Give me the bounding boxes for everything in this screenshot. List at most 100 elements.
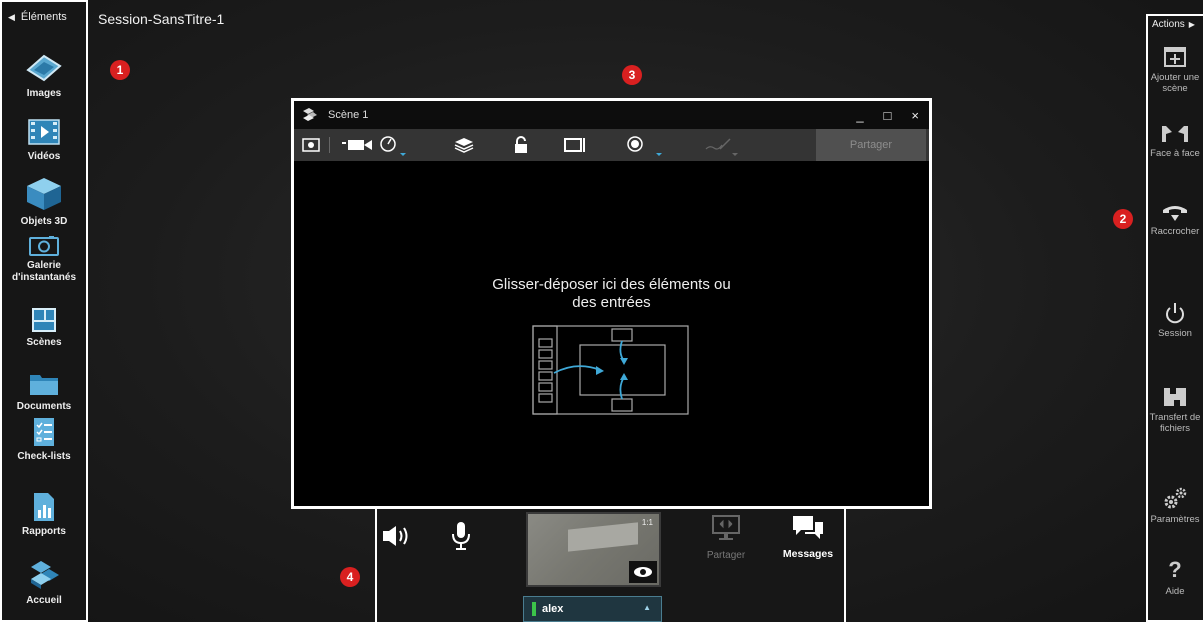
whiteboard-shape	[568, 522, 638, 552]
action-hang-up[interactable]: Raccrocher	[1144, 202, 1203, 237]
microphone-icon	[452, 522, 470, 550]
messages-label: Messages	[782, 548, 834, 560]
drop-text-line-2: des entrées	[572, 294, 651, 311]
layers-button[interactable]	[454, 129, 474, 161]
action-add-scene[interactable]: Ajouter une scène	[1144, 46, 1203, 94]
elements-header[interactable]: ◀ Éléments	[2, 2, 86, 32]
sidebar-item-home[interactable]: Accueil	[2, 559, 86, 607]
snapshot-button[interactable]	[302, 129, 320, 161]
layers-icon	[454, 138, 474, 153]
sidebar-item-label: Check-lists	[17, 451, 71, 462]
video-ratio-label: 1:1	[641, 518, 653, 527]
microphone-button[interactable]	[451, 521, 471, 556]
sidebar-item-label: Accueil	[26, 595, 62, 606]
video-camera-icon	[342, 140, 372, 150]
help-icon: ?	[1168, 557, 1182, 582]
add-scene-icon	[1164, 47, 1186, 67]
action-help[interactable]: ? Aide	[1144, 557, 1203, 598]
annotate-button[interactable]	[704, 129, 744, 161]
toolbar-divider	[329, 137, 330, 153]
chevron-up-icon: ▲	[643, 603, 651, 612]
callout-badge-1: 1	[110, 60, 130, 80]
sidebar-item-reports[interactable]: Rapports	[2, 492, 86, 538]
close-button[interactable]: ×	[911, 108, 919, 123]
action-label: Aide	[1165, 586, 1185, 597]
online-status-indicator	[532, 602, 536, 616]
session-title: Session-SansTitre-1	[98, 11, 225, 27]
action-file-transfer[interactable]: Transfert de fichiers	[1144, 386, 1203, 434]
sidebar-item-images[interactable]: Images	[2, 52, 86, 100]
scene-titlebar[interactable]: Scène 1 _ □ ×	[294, 101, 929, 129]
sidebar-item-videos[interactable]: Vidéos	[2, 117, 86, 163]
elements-header-label: Éléments	[20, 11, 67, 23]
scene-app-icon	[303, 108, 317, 121]
action-label: Session	[1158, 328, 1192, 339]
folder-icon	[30, 375, 58, 395]
sidebar-item-label: Objets 3D	[20, 216, 68, 227]
action-face-to-face[interactable]: Face à face	[1144, 124, 1203, 159]
camera-icon	[29, 236, 59, 256]
actions-header-label: Actions	[1152, 18, 1185, 30]
face-to-face-icon	[1162, 126, 1188, 142]
collapse-right-icon[interactable]: ▶	[1189, 20, 1195, 29]
callout-badge-4: 4	[340, 567, 360, 587]
scenes-icon	[32, 308, 56, 332]
sidebar-item-snapshot-gallery[interactable]: Galerie d'instantanés	[2, 236, 86, 284]
sidebar-item-3d-objects[interactable]: Objets 3D	[2, 176, 86, 228]
sidebar-item-label: Galerie d'instantanés	[11, 260, 77, 283]
drag-drop-illustration	[532, 325, 689, 415]
action-label: Face à face	[1150, 148, 1200, 159]
power-icon	[1166, 303, 1184, 324]
action-session[interactable]: Session	[1144, 302, 1203, 339]
sidebar-item-label: Vidéos	[27, 151, 61, 162]
snapshot-icon	[302, 138, 320, 152]
scene-title: Scène 1	[328, 109, 369, 121]
sidebar-item-label: Scènes	[26, 337, 62, 348]
cube-icon	[27, 178, 61, 210]
speaker-button[interactable]	[382, 523, 412, 554]
scene-toolbar: Partager	[294, 129, 929, 161]
home-icon	[31, 561, 59, 589]
user-select-dropdown[interactable]: alex ▲	[523, 596, 662, 622]
scene-share-button[interactable]: Partager	[816, 129, 926, 161]
checklist-icon	[34, 418, 54, 446]
chat-bubbles-icon	[793, 516, 823, 539]
bottom-share-button[interactable]: Partager	[697, 514, 755, 561]
actions-header[interactable]: Actions ▶	[1148, 16, 1203, 32]
action-label: Ajouter une scène	[1150, 72, 1200, 94]
lock-icon	[515, 136, 527, 153]
communication-panel: 1:1 Partager Messages alex ▲	[375, 509, 846, 622]
hang-up-icon	[1163, 206, 1187, 221]
scene-window: Scène 1 _ □ × Partager Glisser-déposer i…	[291, 98, 932, 509]
action-label: Raccrocher	[1150, 226, 1200, 237]
timer-button[interactable]	[378, 129, 408, 161]
video-preview[interactable]: 1:1	[526, 512, 661, 587]
sidebar-item-checklists[interactable]: Check-lists	[2, 417, 86, 463]
file-transfer-icon	[1164, 388, 1186, 406]
camera-switch-button[interactable]	[629, 561, 657, 583]
pen-icon	[705, 138, 738, 156]
screen-share-icon	[712, 515, 740, 540]
minimize-button[interactable]: _	[856, 108, 863, 123]
camera-switch-icon	[634, 567, 652, 577]
messages-button[interactable]: Messages	[775, 514, 841, 560]
images-icon	[26, 54, 62, 82]
video-record-button[interactable]	[342, 129, 376, 161]
timer-icon	[380, 136, 406, 156]
share-label: Partager	[706, 550, 746, 561]
action-settings[interactable]: Paramètres	[1144, 486, 1203, 525]
callout-badge-3: 3	[622, 65, 642, 85]
collapse-left-icon[interactable]: ◀	[8, 12, 15, 23]
action-label: Transfert de fichiers	[1149, 412, 1201, 434]
speaker-icon	[383, 526, 408, 546]
user-name: alex	[542, 603, 564, 615]
maximize-button[interactable]: □	[884, 108, 892, 123]
record-icon	[627, 136, 662, 156]
sidebar-item-scenes[interactable]: Scènes	[2, 307, 86, 349]
fit-screen-icon	[564, 138, 585, 152]
record-button[interactable]	[626, 129, 666, 161]
sidebar-item-documents[interactable]: Documents	[2, 371, 86, 413]
lock-button[interactable]	[514, 129, 528, 161]
fit-screen-button[interactable]	[564, 129, 586, 161]
report-icon	[34, 493, 54, 521]
